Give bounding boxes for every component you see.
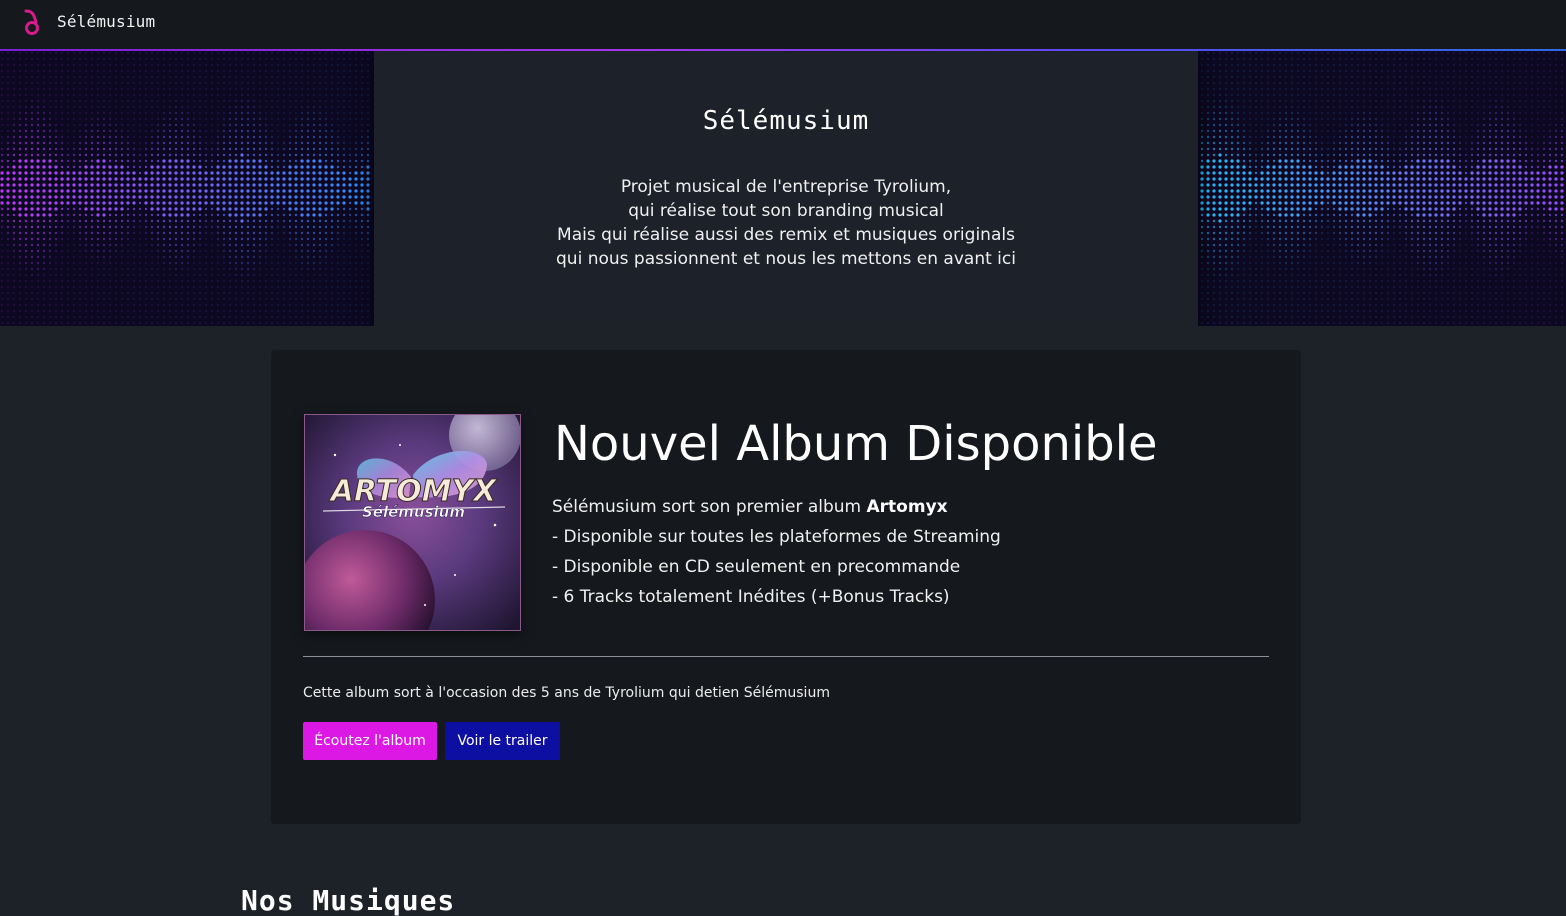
album-cover: ARTOMYX Sélémusium	[304, 414, 521, 631]
album-feature: - Disponible sur toutes les plateformes …	[552, 527, 1001, 547]
hero-description: Projet musical de l'entreprise Tyrolium,…	[374, 175, 1198, 271]
music-note-icon[interactable]	[20, 8, 42, 36]
hero-line: Projet musical de l'entreprise Tyrolium,	[620, 177, 952, 197]
album-card: ARTOMYX Sélémusium Nouvel Album Disponib…	[271, 350, 1301, 824]
album-name: Artomyx	[866, 497, 948, 517]
album-cover-art: ARTOMYX Sélémusium	[305, 415, 520, 630]
hero-line: qui nous passionnent et nous les mettons…	[556, 249, 1016, 269]
hero-line: Mais qui réalise aussi des remix et musi…	[557, 225, 1015, 245]
album-note: Cette album sort à l'occasion des 5 ans …	[303, 685, 830, 701]
watch-trailer-button[interactable]: Voir le trailer	[445, 722, 560, 760]
listen-album-button[interactable]: Écoutez l'album	[303, 722, 437, 760]
hero-banner: Sélémusium Projet musical de l'entrepris…	[0, 51, 1566, 326]
hero-card: Sélémusium Projet musical de l'entrepris…	[374, 51, 1198, 326]
album-feature: - Disponible en CD seulement en precomma…	[552, 557, 961, 577]
hero-title: Sélémusium	[702, 106, 870, 136]
section-title-musiques: Nos Musiques	[241, 884, 456, 916]
album-intro: Sélémusium sort son premier album Artomy…	[552, 497, 948, 517]
album-feature: - 6 Tracks totalement Inédites (+Bonus T…	[552, 587, 950, 607]
cover-subtitle: Sélémusium	[362, 503, 465, 521]
navbar: Sélémusium	[0, 0, 1566, 50]
divider	[303, 656, 1269, 657]
album-heading: Nouvel Album Disponible	[554, 416, 1158, 472]
brand-name[interactable]: Sélémusium	[57, 12, 155, 31]
album-details: Sélémusium sort son premier album Artomy…	[552, 492, 1001, 612]
hero-line: qui réalise tout son branding musical	[628, 201, 944, 221]
